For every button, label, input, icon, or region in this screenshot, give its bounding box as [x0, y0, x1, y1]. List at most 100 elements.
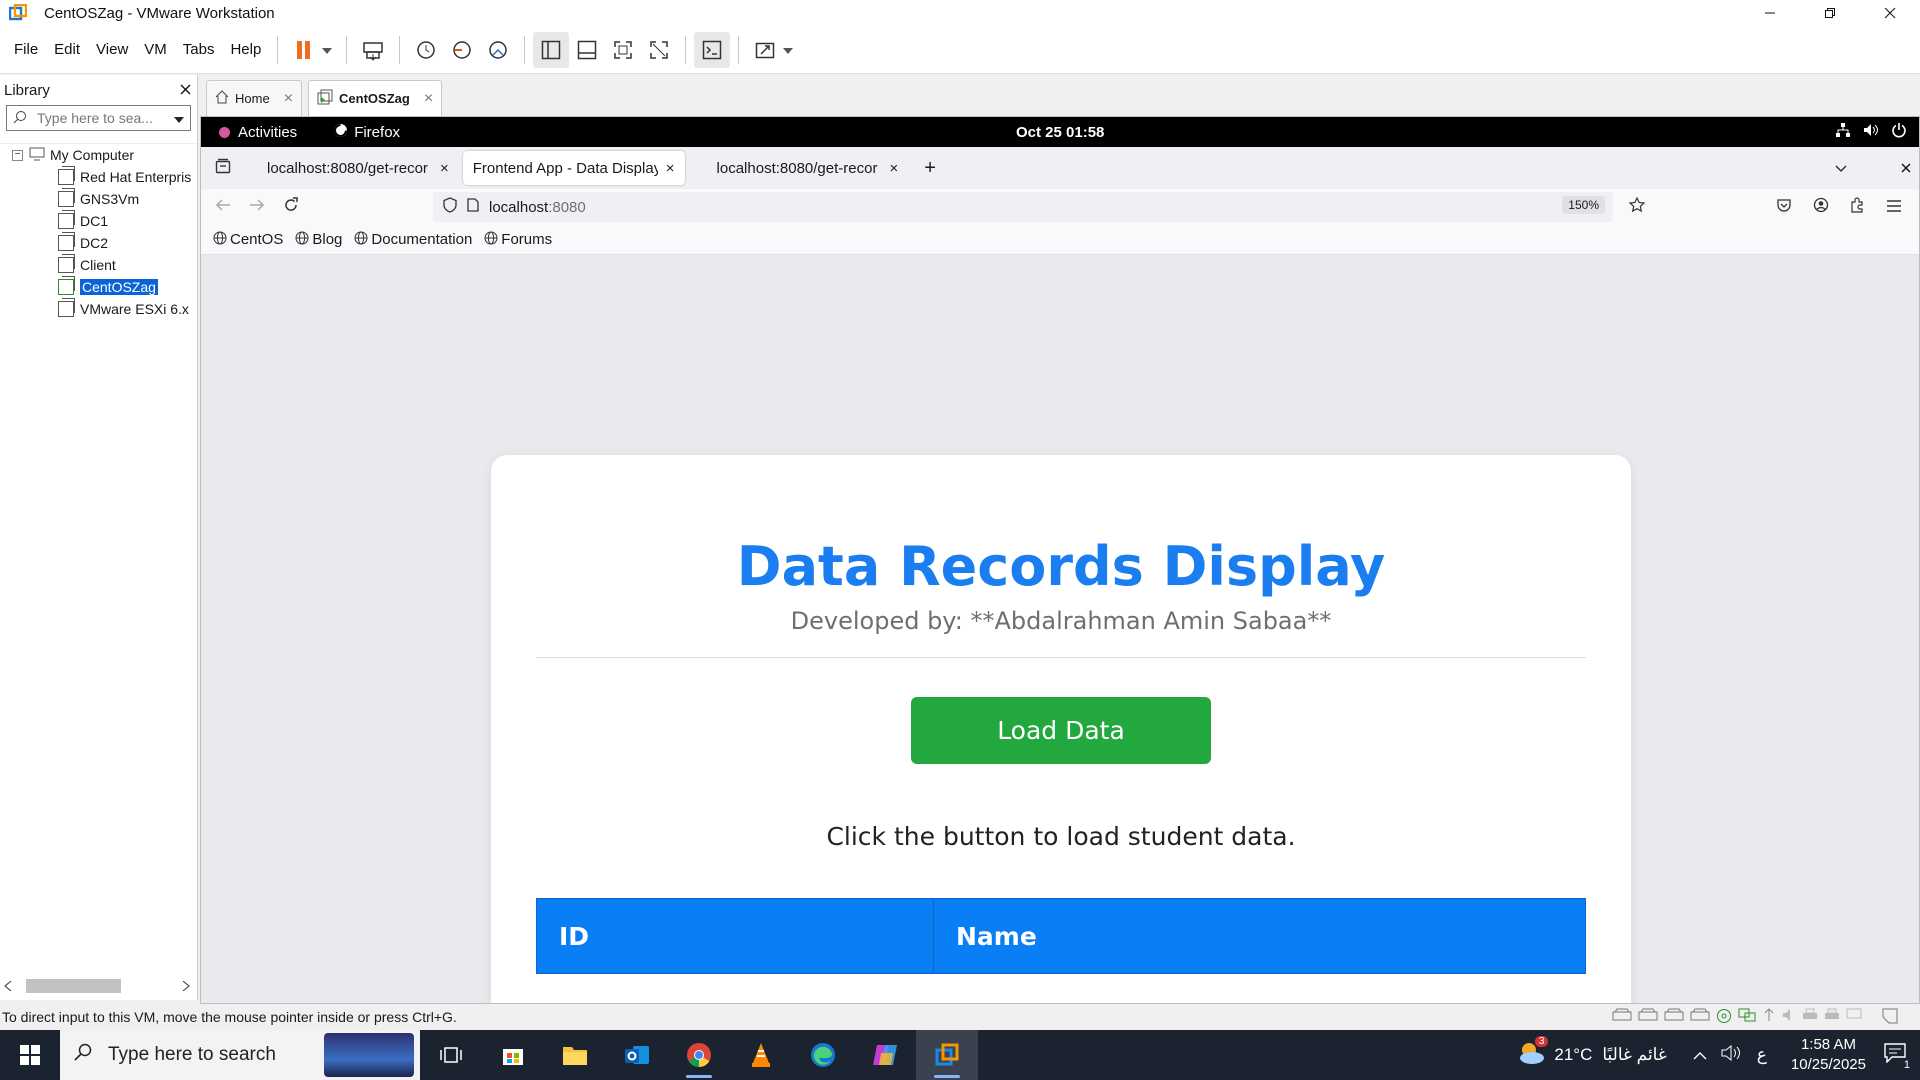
- url-bar[interactable]: localhost:8080 150%: [433, 192, 1613, 222]
- tab-centoszag[interactable]: CentOSZag ×: [308, 80, 443, 116]
- menu-tabs[interactable]: Tabs: [175, 41, 223, 58]
- stretch-guest-icon[interactable]: [747, 32, 783, 68]
- cd-rom-icon[interactable]: [1716, 1008, 1732, 1027]
- search-dropdown-icon[interactable]: [174, 110, 184, 126]
- activities-button[interactable]: Activities: [219, 124, 297, 141]
- menu-file[interactable]: File: [6, 41, 46, 58]
- printer-icon[interactable]: [1824, 1008, 1840, 1027]
- vmware-taskbar-icon[interactable]: [916, 1030, 978, 1080]
- restore-button[interactable]: [1800, 0, 1860, 26]
- snapshot-icon[interactable]: [408, 32, 444, 68]
- display-icon[interactable]: [1846, 1008, 1862, 1027]
- menu-help[interactable]: Help: [222, 41, 269, 58]
- menu-vm[interactable]: VM: [136, 41, 175, 58]
- tree-root-my-computer[interactable]: − My Computer: [0, 144, 197, 166]
- task-view-icon[interactable]: [420, 1030, 482, 1080]
- input-language[interactable]: ع: [1757, 1045, 1767, 1065]
- close-window-button[interactable]: [1860, 0, 1920, 26]
- menu-edit[interactable]: Edit: [46, 41, 88, 58]
- chrome-icon[interactable]: [668, 1030, 730, 1080]
- sound-card-icon[interactable]: [1782, 1008, 1796, 1027]
- hard-disk-icon[interactable]: [1664, 1008, 1684, 1027]
- power-dropdown-chevron-icon[interactable]: [322, 41, 338, 58]
- collapse-icon[interactable]: −: [12, 149, 23, 161]
- extensions-icon[interactable]: [1849, 197, 1865, 217]
- tree-item-vm[interactable]: Client: [0, 254, 197, 276]
- forward-arrow-icon[interactable]: [249, 198, 265, 216]
- close-tab-icon[interactable]: ×: [424, 90, 433, 108]
- library-horizontal-scrollbar[interactable]: [4, 978, 190, 994]
- app-menu-firefox[interactable]: Firefox: [333, 123, 400, 142]
- hamburger-menu-icon[interactable]: [1887, 199, 1901, 216]
- bookmark-star-icon[interactable]: [1628, 196, 1646, 217]
- zoom-indicator[interactable]: 150%: [1562, 196, 1605, 214]
- tracking-shield-icon[interactable]: [443, 197, 457, 217]
- network-icon[interactable]: [1835, 122, 1851, 142]
- account-icon[interactable]: [1813, 197, 1829, 217]
- close-tab-icon[interactable]: ×: [890, 160, 899, 177]
- new-tab-plus-icon[interactable]: +: [924, 157, 936, 180]
- windows-start-button[interactable]: [0, 1030, 60, 1080]
- vlc-icon[interactable]: [730, 1030, 792, 1080]
- speaker-icon[interactable]: [1721, 1044, 1741, 1065]
- search-highlight-image[interactable]: [324, 1033, 414, 1077]
- close-tab-icon[interactable]: ×: [666, 160, 675, 177]
- unity-mode-icon[interactable]: [641, 32, 677, 68]
- back-arrow-icon[interactable]: [215, 198, 231, 216]
- notification-center-icon[interactable]: 1: [1884, 1043, 1912, 1071]
- library-search-input[interactable]: Type here to sea...: [6, 105, 191, 131]
- close-tab-icon[interactable]: ×: [440, 160, 449, 177]
- tree-item-vm[interactable]: Red Hat Enterpris: [0, 166, 197, 188]
- close-tab-icon[interactable]: ×: [284, 90, 293, 108]
- microsoft-store-icon[interactable]: [482, 1030, 544, 1080]
- bookmark-documentation[interactable]: Documentation: [354, 231, 472, 249]
- tree-item-vm-selected[interactable]: CentOSZag: [0, 276, 197, 298]
- message-log-icon[interactable]: [1882, 1008, 1898, 1027]
- close-library-icon[interactable]: [180, 82, 191, 99]
- microsoft-365-icon[interactable]: [854, 1030, 916, 1080]
- file-explorer-icon[interactable]: [544, 1030, 606, 1080]
- outlook-icon[interactable]: [606, 1030, 668, 1080]
- volume-icon[interactable]: [1863, 122, 1879, 142]
- thumbnail-bar-icon[interactable]: [569, 32, 605, 68]
- list-all-tabs-chevron-icon[interactable]: [1835, 160, 1847, 177]
- show-hidden-icons-chevron[interactable]: [1693, 1047, 1707, 1064]
- full-screen-icon[interactable]: [605, 32, 641, 68]
- taskbar-clock[interactable]: 1:58 AM 10/25/2025: [1791, 1035, 1866, 1075]
- firefox-tab[interactable]: localhost:8080/get-recor ×: [257, 151, 459, 185]
- printer-icon[interactable]: [1802, 1008, 1818, 1027]
- tree-item-vm[interactable]: VMware ESXi 6.x: [0, 298, 197, 320]
- snapshot-manager-icon[interactable]: [480, 32, 516, 68]
- revert-snapshot-icon[interactable]: [444, 32, 480, 68]
- minimize-button[interactable]: [1740, 0, 1800, 26]
- reload-icon[interactable]: [283, 197, 299, 217]
- stretch-dropdown-chevron-icon[interactable]: [783, 41, 799, 58]
- network-adapter-icon[interactable]: [1738, 1008, 1756, 1027]
- bookmark-forums[interactable]: Forums: [484, 231, 552, 249]
- tab-home[interactable]: Home ×: [206, 80, 303, 116]
- show-library-icon[interactable]: [533, 31, 570, 68]
- edge-icon[interactable]: [792, 1030, 854, 1080]
- tree-item-vm[interactable]: GNS3Vm: [0, 188, 197, 210]
- weather-widget[interactable]: 3 21°C غائم غالبًا: [1516, 1036, 1667, 1070]
- menu-view[interactable]: View: [88, 41, 136, 58]
- pause-vm-button[interactable]: [286, 32, 322, 68]
- power-icon[interactable]: [1891, 122, 1907, 142]
- pocket-icon[interactable]: [1777, 198, 1791, 216]
- taskbar-search-box[interactable]: Type here to search: [60, 1030, 420, 1080]
- bookmark-centos[interactable]: CentOS: [213, 231, 283, 249]
- close-window-icon[interactable]: [1901, 160, 1911, 177]
- send-ctrl-alt-del-icon[interactable]: [355, 32, 391, 68]
- firefox-tab-active[interactable]: Frontend App - Data Display ×: [462, 151, 685, 185]
- firefox-tab[interactable]: localhost:8080/get-recor ×: [707, 151, 909, 185]
- load-data-button[interactable]: Load Data: [911, 697, 1211, 764]
- hard-disk-icon[interactable]: [1612, 1008, 1632, 1027]
- hard-disk-icon[interactable]: [1690, 1008, 1710, 1027]
- hard-disk-icon[interactable]: [1638, 1008, 1658, 1027]
- tree-item-vm[interactable]: DC2: [0, 232, 197, 254]
- bookmark-blog[interactable]: Blog: [295, 231, 342, 249]
- console-view-icon[interactable]: [694, 31, 731, 68]
- vm-guest-display[interactable]: Activities Firefox Oct 25 01:58 localhos…: [200, 116, 1920, 1004]
- firefox-view-icon[interactable]: [215, 158, 231, 178]
- usb-icon[interactable]: [1762, 1007, 1776, 1027]
